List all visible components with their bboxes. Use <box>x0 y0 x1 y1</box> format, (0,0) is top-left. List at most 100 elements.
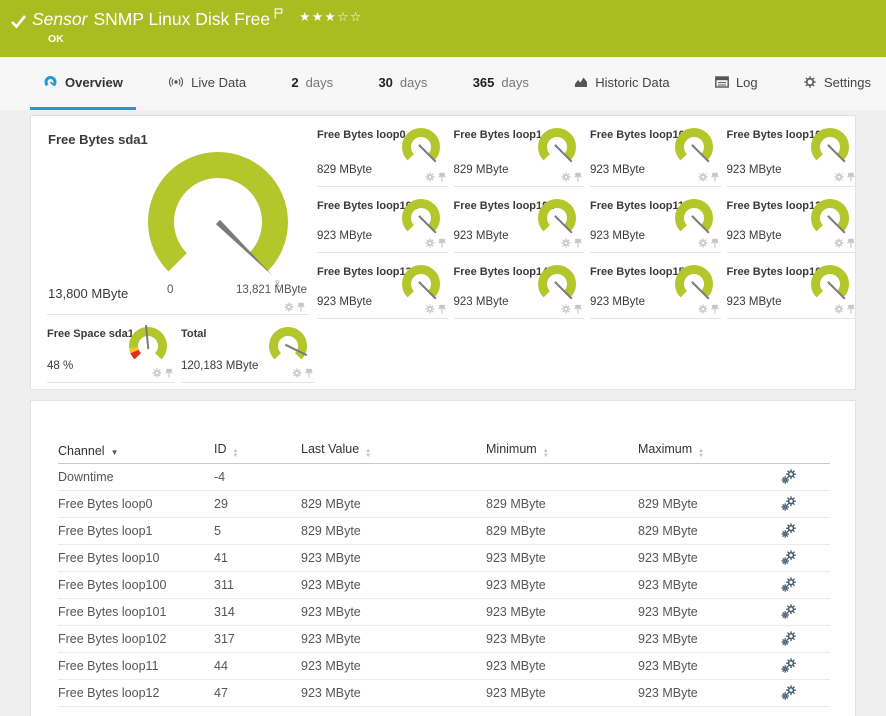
channel-settings-gears-icon[interactable] <box>781 628 797 646</box>
sort-desc-icon: ▼ <box>111 448 119 457</box>
pin-icon[interactable] <box>574 172 582 182</box>
pin-icon[interactable] <box>297 302 305 312</box>
gauge-tile: Free Bytes loop102923 MByte <box>454 187 585 253</box>
channel-id: 29 <box>214 490 301 517</box>
channel-settings-gears-icon[interactable] <box>781 547 797 565</box>
channel-minimum: 923 MByte <box>486 544 638 571</box>
gauge-value: 829 MByte <box>317 164 372 176</box>
pin-icon[interactable] <box>711 172 719 182</box>
channel-maximum: 829 MByte <box>638 490 781 517</box>
gauge-dial <box>398 127 444 174</box>
pin-icon[interactable] <box>847 172 855 182</box>
channel-settings-gears-icon[interactable] <box>781 520 797 538</box>
gauge-value: 923 MByte <box>590 164 645 176</box>
priority-flag-icon[interactable] <box>274 3 283 24</box>
pin-icon[interactable] <box>438 238 446 248</box>
gear-icon[interactable] <box>698 304 708 314</box>
tab-log[interactable]: Log <box>702 57 771 110</box>
priority-stars[interactable]: ★★★☆☆ <box>299 10 363 24</box>
gear-icon[interactable] <box>561 172 571 182</box>
tab-live-data[interactable]: Live Data <box>155 57 259 110</box>
broadcast-icon <box>168 76 184 88</box>
tab-settings[interactable]: Settings <box>790 57 884 110</box>
channel-minimum: 923 MByte <box>486 625 638 652</box>
gauge-value: 923 MByte <box>727 296 782 308</box>
tab-2-days[interactable]: 2days <box>278 57 346 110</box>
pin-icon[interactable] <box>165 368 173 378</box>
gear-icon[interactable] <box>284 302 294 312</box>
pin-icon[interactable] <box>438 304 446 314</box>
main-gauge-min-label: 0 <box>167 284 173 296</box>
gear-icon[interactable] <box>425 238 435 248</box>
pin-icon[interactable] <box>574 304 582 314</box>
channel-row: Free Bytes loop1247923 MByte923 MByte923… <box>58 679 830 706</box>
channel-settings-gears-icon[interactable] <box>781 493 797 511</box>
column-header-minimum[interactable]: Minimum▲▼ <box>486 439 638 463</box>
status-badge: OK <box>48 33 64 45</box>
gauge-value: 923 MByte <box>454 296 509 308</box>
gauge-tile: Free Bytes loop14923 MByte <box>454 253 585 319</box>
gear-icon[interactable] <box>834 304 844 314</box>
gear-icon[interactable] <box>425 304 435 314</box>
tab-overview[interactable]: Overview <box>30 57 136 110</box>
pin-icon[interactable] <box>438 172 446 182</box>
gauge-value: 120,183 MByte <box>181 360 258 372</box>
object-type-label: Sensor <box>32 9 87 29</box>
ok-check-icon <box>10 14 27 34</box>
channel-minimum: 923 MByte <box>486 598 638 625</box>
channel-name: Free Bytes loop0 <box>58 490 214 517</box>
pin-icon[interactable] <box>847 304 855 314</box>
column-header-maximum[interactable]: Maximum▲▼ <box>638 439 781 463</box>
gauge-value: 923 MByte <box>454 230 509 242</box>
sensor-status-header: Sensor SNMP Linux Disk Free ★★★☆☆ OK <box>0 0 886 57</box>
column-label: Last Value <box>301 442 359 456</box>
column-header-id[interactable]: ID▲▼ <box>214 439 301 463</box>
tab-label: Settings <box>824 75 871 90</box>
channel-row: Free Bytes loop15829 MByte829 MByte829 M… <box>58 517 830 544</box>
tab-label: days <box>400 75 427 90</box>
sort-toggle-icon: ▲▼ <box>233 449 239 459</box>
gear-icon[interactable] <box>834 172 844 182</box>
gauge-dial <box>265 326 311 373</box>
sensor-name: SNMP Linux Disk Free <box>93 9 270 29</box>
channel-last-value <box>301 463 486 490</box>
channel-settings-gears-icon[interactable] <box>781 655 797 673</box>
gear-icon[interactable] <box>561 304 571 314</box>
channel-settings-gears-icon[interactable] <box>781 601 797 619</box>
channel-settings-gears-icon[interactable] <box>781 574 797 592</box>
column-header-channel[interactable]: Channel ▼ <box>58 439 214 463</box>
main-gauge: x̄ <box>131 142 306 296</box>
channel-name: Free Bytes loop12 <box>58 679 214 706</box>
column-header-last-value[interactable]: Last Value▲▼ <box>301 439 486 463</box>
channel-row: Free Bytes loop101314923 MByte923 MByte9… <box>58 598 830 625</box>
channel-settings-gears-icon[interactable] <box>781 466 797 484</box>
pin-icon[interactable] <box>711 238 719 248</box>
gear-icon[interactable] <box>698 238 708 248</box>
tab-30-days[interactable]: 30days <box>365 57 440 110</box>
gear-icon[interactable] <box>292 368 302 378</box>
channel-name: Free Bytes loop102 <box>58 625 214 652</box>
channel-settings-gears-icon[interactable] <box>781 682 797 700</box>
gauge-tile: Free Bytes loop11923 MByte <box>590 187 721 253</box>
gear-icon[interactable] <box>834 238 844 248</box>
gear-icon[interactable] <box>152 368 162 378</box>
pin-icon[interactable] <box>847 238 855 248</box>
gear-icon[interactable] <box>425 172 435 182</box>
channel-maximum: 923 MByte <box>638 544 781 571</box>
tab-365-days[interactable]: 365days <box>460 57 542 110</box>
channel-id: -4 <box>214 463 301 490</box>
gauge-tile: Free Bytes loop13923 MByte <box>317 253 448 319</box>
channel-name: Free Bytes loop100 <box>58 571 214 598</box>
pin-icon[interactable] <box>574 238 582 248</box>
channel-last-value: 923 MByte <box>301 598 486 625</box>
tab-historic-data[interactable]: Historic Data <box>561 57 682 110</box>
pin-icon[interactable] <box>711 304 719 314</box>
gear-icon[interactable] <box>698 172 708 182</box>
pin-icon[interactable] <box>305 368 313 378</box>
tab-label: Overview <box>65 75 123 90</box>
main-gauge-value: 13,800 MByte <box>48 286 128 301</box>
column-label: Channel <box>58 444 105 458</box>
gauge-tile: Free Bytes loop100923 MByte <box>727 116 858 187</box>
gauge-tile: Free Bytes loop16923 MByte <box>727 253 858 319</box>
gear-icon[interactable] <box>561 238 571 248</box>
